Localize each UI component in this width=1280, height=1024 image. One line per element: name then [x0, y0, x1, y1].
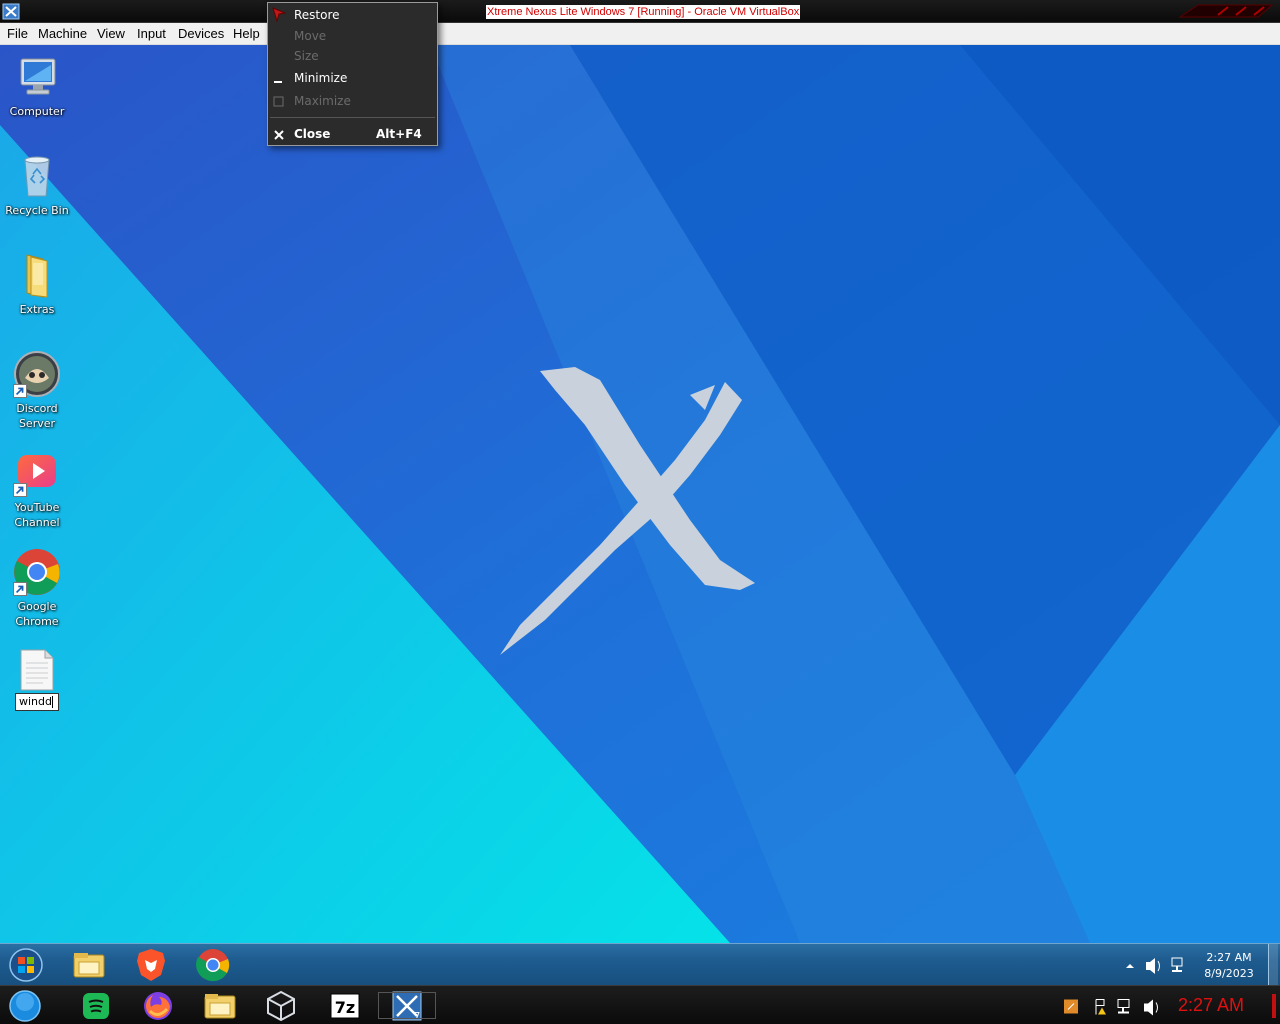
firefox-icon[interactable]	[141, 989, 175, 1023]
host-clock[interactable]: 2:27 AM	[1178, 994, 1244, 1016]
menu-machine[interactable]: Machine	[38, 27, 87, 41]
menu-help[interactable]: Help	[233, 27, 260, 41]
desktop-icon-label: YouTube Channel	[14, 501, 60, 529]
guest-clock-date: 8/9/2023	[1204, 967, 1254, 980]
shortcut-arrow-icon	[13, 582, 27, 596]
menu-item-label: Size	[294, 49, 319, 63]
start-orb-icon[interactable]	[8, 989, 42, 1023]
guest-system-tray	[1126, 957, 1183, 974]
file-explorer-icon[interactable]	[71, 947, 107, 983]
window-controls-decoration[interactable]	[1178, 3, 1274, 19]
svg-text:7z: 7z	[335, 998, 355, 1017]
menu-item-label: Maximize	[294, 94, 351, 108]
shortcut-arrow-icon	[13, 384, 27, 398]
volume-icon	[1146, 958, 1160, 974]
taskbar-app-separator	[378, 992, 436, 1019]
desktop-icon-google-chrome[interactable]: Google Chrome	[2, 548, 72, 629]
folder-icon	[26, 254, 48, 298]
menu-item-label: Move	[294, 29, 327, 43]
menu-item-label: Restore	[294, 8, 340, 22]
host-show-desktop-button[interactable]	[1272, 994, 1276, 1018]
menu-item-restore[interactable]: Restore	[268, 5, 437, 25]
guest-taskbar: 2:27 AM 8/9/2023	[0, 943, 1280, 986]
menu-input[interactable]: Input	[137, 27, 166, 41]
host-menu-bar: File Machine View Input Devices Help	[0, 23, 1280, 45]
menu-item-move: Move	[268, 26, 437, 46]
desktop-icon-extras[interactable]: Extras	[2, 251, 72, 317]
guest-clock[interactable]: 2:27 AM 8/9/2023	[1196, 950, 1262, 982]
menu-item-label: Close	[294, 127, 331, 141]
desktop-wallpaper	[0, 45, 1280, 943]
host-window-title: Xtreme Nexus Lite Windows 7 [Running] - …	[486, 5, 801, 19]
host-system-tray	[1064, 999, 1158, 1016]
show-hidden-icons-icon	[1126, 964, 1134, 968]
network-icon	[1117, 999, 1130, 1014]
7zip-icon[interactable]: 7z	[328, 989, 362, 1023]
host-taskbar: 7z 7 2:27 AM	[0, 985, 1280, 1024]
guest-desktop[interactable]: Computer Recycle Bin Extras Discord Serv…	[0, 45, 1280, 943]
minimize-icon	[274, 81, 282, 83]
desktop-icon-label: Google Chrome	[15, 600, 59, 628]
text-caret	[52, 696, 53, 708]
desktop-icon-label: Extras	[19, 303, 55, 316]
virtualbox-app-icon[interactable]	[2, 3, 20, 20]
close-icon	[274, 130, 284, 140]
menu-item-shortcut: Alt+F4	[376, 127, 422, 141]
desktop-icon-label: Computer	[9, 105, 65, 118]
file-explorer-icon[interactable]	[203, 989, 237, 1023]
guest-clock-time: 2:27 AM	[1206, 951, 1252, 964]
desktop-icon-youtube-channel[interactable]: YouTube Channel	[2, 449, 72, 530]
virtualbox-icon[interactable]	[264, 989, 298, 1023]
rename-input-value: windd	[19, 695, 52, 708]
menu-item-maximize: Maximize	[268, 91, 437, 111]
chrome-icon[interactable]	[195, 947, 231, 983]
cursor-arrow-icon	[272, 7, 286, 23]
rename-input[interactable]: windd	[15, 693, 59, 711]
maximize-icon	[273, 96, 284, 107]
desktop-icon-recycle-bin[interactable]: Recycle Bin	[2, 152, 72, 218]
window-system-menu: Restore Move Size Minimize Maximize Clos…	[267, 2, 438, 146]
text-file-icon	[20, 649, 54, 691]
app-tray-icon	[1064, 999, 1078, 1014]
start-orb-icon[interactable]	[8, 947, 44, 983]
desktop-icon-label: Discord Server	[16, 402, 58, 430]
menu-file[interactable]: File	[7, 27, 28, 41]
computer-icon	[20, 58, 56, 95]
menu-item-close[interactable]: Close Alt+F4	[268, 124, 437, 144]
menu-view[interactable]: View	[97, 27, 125, 41]
menu-item-label: Minimize	[294, 71, 348, 85]
host-title-bar: Xtreme Nexus Lite Windows 7 [Running] - …	[0, 0, 1280, 23]
show-desktop-button[interactable]	[1268, 944, 1278, 986]
menu-item-size: Size	[268, 46, 437, 66]
desktop-icon-discord-server[interactable]: Discord Server	[2, 350, 72, 431]
desktop-icon-new-text-file[interactable]: windd	[2, 649, 72, 711]
volume-icon	[1144, 999, 1158, 1016]
recycle-bin-icon	[24, 156, 50, 197]
spotify-icon[interactable]	[79, 989, 113, 1023]
network-icon	[1171, 957, 1183, 972]
menu-item-minimize[interactable]: Minimize	[268, 68, 437, 88]
menu-separator	[270, 117, 435, 118]
desktop-icon-computer[interactable]: Computer	[2, 53, 72, 119]
menu-devices[interactable]: Devices	[178, 27, 224, 41]
action-center-warning-icon	[1095, 999, 1106, 1015]
shortcut-arrow-icon	[13, 483, 27, 497]
desktop-icon-label: Recycle Bin	[5, 204, 69, 217]
brave-icon[interactable]	[133, 947, 169, 983]
